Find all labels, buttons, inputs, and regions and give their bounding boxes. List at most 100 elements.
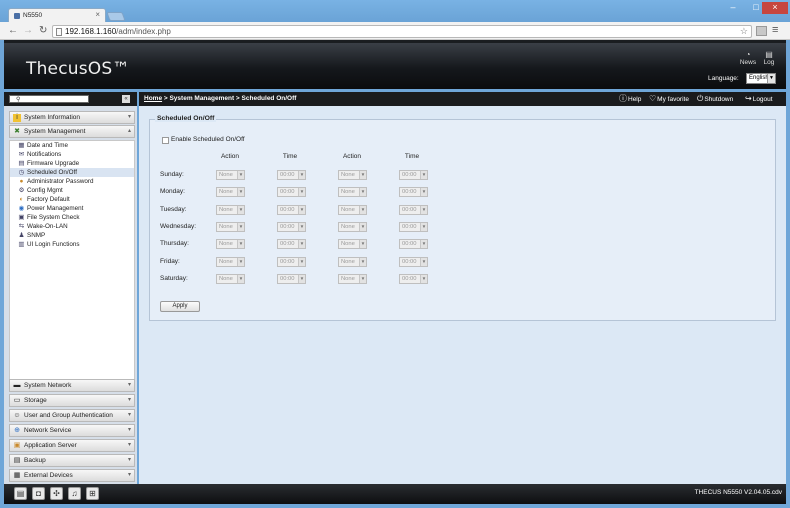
network-tree-icon[interactable]: ⊞	[86, 487, 99, 500]
sidebar-item-power-management[interactable]: ◉ Power Management	[10, 204, 134, 213]
sidebar-item-factory-default[interactable]: ◐ Factory Default	[10, 195, 134, 204]
backup-icon: ▤	[13, 457, 21, 464]
action-select[interactable]: None ▼	[216, 239, 245, 249]
sidebar-item-snmp[interactable]: ♟ SNMP	[10, 231, 134, 240]
action-select[interactable]: None ▼	[338, 205, 367, 215]
log-button[interactable]: ▤ Log	[758, 50, 780, 66]
extension-icon[interactable]	[756, 26, 767, 36]
action-select[interactable]: None ▼	[216, 205, 245, 215]
time-value: 00:00	[402, 207, 417, 213]
action-select[interactable]: None ▼	[216, 274, 245, 284]
sidebar-item-ui-login-functions[interactable]: ▥ UI Login Functions	[10, 240, 134, 249]
language-value: English	[749, 75, 769, 81]
action-select[interactable]: None ▼	[338, 274, 367, 284]
column-header-action: Action	[220, 153, 240, 160]
time-select[interactable]: 00:00 ▼	[399, 257, 428, 267]
section-storage[interactable]: ▭ Storage ▾	[9, 394, 135, 407]
column-header-time: Time	[404, 153, 420, 160]
action-select[interactable]: None ▼	[338, 257, 367, 267]
action-select[interactable]: None ▼	[216, 187, 245, 197]
browser-menu-icon[interactable]: ≡	[772, 24, 778, 36]
enable-scheduled-checkbox[interactable]	[162, 137, 169, 144]
url-host: 192.168.1.160	[65, 27, 117, 36]
section-system-information[interactable]: i System Information ▾	[9, 111, 135, 124]
breadcrumb-home-link[interactable]: Home	[144, 95, 162, 102]
tab-close-icon[interactable]: ×	[95, 10, 100, 19]
key-icon: ●	[19, 178, 24, 185]
sidebar-item-label: Scheduled On/Off	[27, 169, 77, 176]
action-select[interactable]: None ▼	[216, 222, 245, 232]
chevron-down-icon: ▼	[420, 275, 427, 283]
tools-icon: ✖	[14, 128, 20, 135]
sidebar-item-date-and-time[interactable]: ▦ Date and Time	[10, 141, 134, 150]
help-button[interactable]: ⓘHelp	[619, 92, 641, 107]
action-select[interactable]: None ▼	[338, 187, 367, 197]
menu-search-input[interactable]	[9, 95, 89, 103]
bookmark-star-icon[interactable]: ☆	[740, 26, 748, 37]
news-button[interactable]: ◔ News	[737, 50, 759, 66]
time-select[interactable]: 00:00 ▼	[399, 222, 428, 232]
time-select[interactable]: 00:00 ▼	[277, 170, 306, 180]
control-panel-icon[interactable]: ▤	[14, 487, 27, 500]
chevron-down-icon: ▼	[359, 171, 366, 179]
sidebar-item-config-mgmt[interactable]: ⚙ Config Mgmt	[10, 186, 134, 195]
address-bar[interactable]: 192.168.1.160/adm/index.php ☆	[52, 25, 752, 38]
sidebar-item-label: Notifications	[27, 151, 62, 158]
reload-icon[interactable]: ↻	[39, 24, 47, 37]
section-user-and-group-authentication[interactable]: ☺ User and Group Authentication ▾	[9, 409, 135, 422]
action-select[interactable]: None ▼	[216, 170, 245, 180]
piano-icon[interactable]: ♫	[68, 487, 81, 500]
chevron-down-icon: ▼	[420, 258, 427, 266]
sidebar-item-scheduled-on-off[interactable]: ◷ Scheduled On/Off	[10, 168, 134, 177]
time-select[interactable]: 00:00 ▼	[277, 205, 306, 215]
time-value: 00:00	[402, 241, 417, 247]
camera-icon[interactable]: ◘	[32, 487, 45, 500]
time-select[interactable]: 00:00 ▼	[399, 205, 428, 215]
scheduled-on-off-panel: Scheduled On/Off Enable Scheduled On/Off…	[149, 115, 776, 321]
chevron-down-icon: ▼	[298, 206, 305, 214]
section-application-server[interactable]: ▣ Application Server ▾	[9, 439, 135, 452]
time-select[interactable]: 00:00 ▼	[277, 239, 306, 249]
time-select[interactable]: 00:00 ▼	[277, 187, 306, 197]
logout-button[interactable]: ↪Logout	[745, 92, 773, 107]
action-value: None	[219, 172, 233, 178]
time-select[interactable]: 00:00 ▼	[277, 274, 306, 284]
help-label: Help	[628, 96, 642, 103]
section-network-service[interactable]: ⊕ Network Service ▾	[9, 424, 135, 437]
time-select[interactable]: 00:00 ▼	[399, 187, 428, 197]
my-favorite-button[interactable]: ♡My favorite	[649, 92, 689, 107]
time-select[interactable]: 00:00 ▼	[399, 274, 428, 284]
sidebar-item-firmware-upgrade[interactable]: ▤ Firmware Upgrade	[10, 159, 134, 168]
chevron-down-icon: ▼	[298, 171, 305, 179]
forward-icon[interactable]: →	[23, 24, 33, 37]
action-select[interactable]: None ▼	[338, 170, 367, 180]
time-select[interactable]: 00:00 ▼	[399, 170, 428, 180]
action-select[interactable]: None ▼	[338, 239, 367, 249]
sidebar-item-wake-on-lan[interactable]: ⇆ Wake-On-LAN	[10, 222, 134, 231]
sidebar-item-notifications[interactable]: ✉ Notifications	[10, 150, 134, 159]
chevron-down-icon: ▼	[298, 188, 305, 196]
section-external-devices[interactable]: ▦ External Devices ▾	[9, 469, 135, 482]
section-system-management[interactable]: ✖ System Management ▴	[9, 125, 135, 138]
time-select[interactable]: 00:00 ▼	[399, 239, 428, 249]
shutdown-button[interactable]: ⏻Shutdown	[697, 92, 733, 107]
time-select[interactable]: 00:00 ▼	[277, 222, 306, 232]
sidebar-item-file-system-check[interactable]: ▣ File System Check	[10, 213, 134, 222]
back-icon[interactable]: ←	[8, 24, 18, 37]
action-select[interactable]: None ▼	[338, 222, 367, 232]
firmware-version: THECUS N5550 V2.04.05.cdv	[694, 489, 782, 496]
day-label: Thursday:	[160, 240, 189, 247]
collapse-sidebar-button[interactable]: «	[122, 95, 130, 103]
window-close-button[interactable]: ×	[762, 2, 788, 14]
browser-tab[interactable]: N5550 ×	[8, 8, 106, 22]
sidebar-item-administrator-password[interactable]: ● Administrator Password	[10, 177, 134, 186]
language-select[interactable]: English ▼	[746, 73, 776, 84]
section-system-network[interactable]: ▬ System Network ▾	[9, 379, 135, 392]
time-select[interactable]: 00:00 ▼	[277, 257, 306, 267]
time-value: 00:00	[402, 189, 417, 195]
fan-icon[interactable]: ✣	[50, 487, 63, 500]
section-backup[interactable]: ▤ Backup ▾	[9, 454, 135, 467]
new-tab-button[interactable]	[106, 12, 126, 21]
action-select[interactable]: None ▼	[216, 257, 245, 267]
apply-button[interactable]: Apply	[160, 301, 200, 312]
